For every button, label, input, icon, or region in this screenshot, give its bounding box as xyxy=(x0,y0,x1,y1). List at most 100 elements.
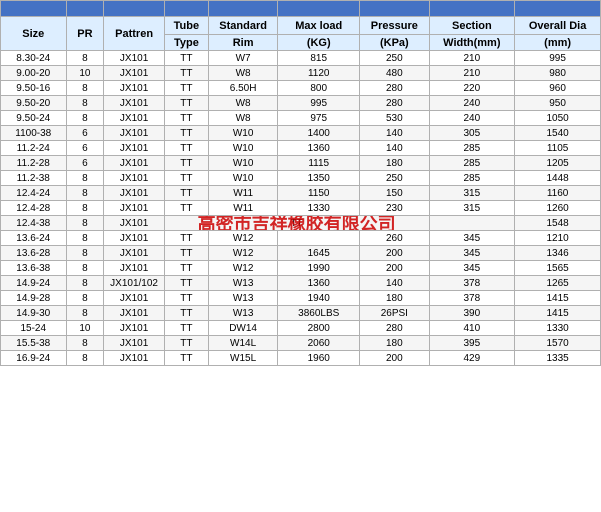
table-cell: 345 xyxy=(429,246,515,261)
col-j-label xyxy=(1,1,67,17)
table-cell: 1150 xyxy=(278,186,360,201)
table-cell: 8 xyxy=(66,81,104,96)
table-cell: TT xyxy=(164,201,208,216)
table-cell: 高密市吉祥橡胶有限公司TT xyxy=(164,216,429,231)
table-cell: 240 xyxy=(429,111,515,126)
table-cell: 200 xyxy=(360,261,429,276)
table-cell: 140 xyxy=(360,276,429,291)
table-cell: 220 xyxy=(429,81,515,96)
table-row: 14.9-288JX101TTW1319401803781415 xyxy=(1,291,601,306)
section-header: Section xyxy=(429,17,515,35)
table-cell: W10 xyxy=(208,126,277,141)
table-cell: 1205 xyxy=(515,156,601,171)
col-p-label xyxy=(360,1,429,17)
table-cell: 200 xyxy=(360,351,429,366)
table-cell: 378 xyxy=(429,276,515,291)
table-cell: 995 xyxy=(278,96,360,111)
table-cell: 140 xyxy=(360,126,429,141)
maxload-unit-subheader: (KG) xyxy=(278,35,360,51)
table-cell: 1105 xyxy=(515,141,601,156)
table-cell: 390 xyxy=(429,306,515,321)
tube-header: Tube xyxy=(164,17,208,35)
table-row: 9.50-248JX101TTW89755302401050 xyxy=(1,111,601,126)
table-cell: W15L xyxy=(208,351,277,366)
table-row: 13.6-248JX101TTW122603451210 xyxy=(1,231,601,246)
table-cell: TT xyxy=(164,111,208,126)
table-cell: 12.4-28 xyxy=(1,201,67,216)
watermark-text: 高密市吉祥橡胶有限公司 xyxy=(198,216,396,231)
table-cell: 240 xyxy=(429,96,515,111)
table-cell: 1120 xyxy=(278,66,360,81)
table-cell: 8 xyxy=(66,291,104,306)
table-row: 9.50-168JX101TT6.50H800280220960 xyxy=(1,81,601,96)
table-cell: 9.50-24 xyxy=(1,111,67,126)
table-cell: TT xyxy=(164,186,208,201)
column-letters-row xyxy=(1,1,601,17)
table-cell: TT xyxy=(164,171,208,186)
table-cell: 26PSI xyxy=(360,306,429,321)
table-cell: 10 xyxy=(66,321,104,336)
table-cell: 8 xyxy=(66,246,104,261)
table-cell: JX101 xyxy=(104,171,165,186)
table-cell: 345 xyxy=(429,231,515,246)
table-cell: W10 xyxy=(208,171,277,186)
table-cell: JX101 xyxy=(104,336,165,351)
table-cell: JX101 xyxy=(104,111,165,126)
table-cell: 3860LBS xyxy=(278,306,360,321)
table-cell: 800 xyxy=(278,81,360,96)
table-cell: W11 xyxy=(208,186,277,201)
table-cell: 8.30-24 xyxy=(1,51,67,66)
table-cell: 8 xyxy=(66,261,104,276)
table-cell: JX101 xyxy=(104,156,165,171)
table-row: 14.9-248JX101/102TTW1313601403781265 xyxy=(1,276,601,291)
table-cell: JX101 xyxy=(104,96,165,111)
maxload-header: Max load xyxy=(278,17,360,35)
table-cell: 1448 xyxy=(515,171,601,186)
table-cell: 11.2-24 xyxy=(1,141,67,156)
table-cell: TT xyxy=(164,156,208,171)
table-cell: 1260 xyxy=(515,201,601,216)
table-cell: 280 xyxy=(360,321,429,336)
table-cell: 280 xyxy=(360,96,429,111)
table-cell: 1400 xyxy=(278,126,360,141)
table-cell: 9.50-20 xyxy=(1,96,67,111)
table-cell: 8 xyxy=(66,276,104,291)
table-cell: 8 xyxy=(66,171,104,186)
table-cell: TT xyxy=(164,66,208,81)
table-cell: 815 xyxy=(278,51,360,66)
table-cell: 1360 xyxy=(278,141,360,156)
col-m-label xyxy=(164,1,208,17)
table-cell: 140 xyxy=(360,141,429,156)
table-cell: JX101 xyxy=(104,246,165,261)
table-cell: JX101 xyxy=(104,186,165,201)
table-cell: 530 xyxy=(360,111,429,126)
table-cell: 10 xyxy=(66,66,104,81)
table-cell: 8 xyxy=(66,51,104,66)
table-cell: 1360 xyxy=(278,276,360,291)
table-cell: 2800 xyxy=(278,321,360,336)
table-cell: TT xyxy=(164,336,208,351)
table-cell: TT xyxy=(164,141,208,156)
overalldia-unit-subheader: (mm) xyxy=(515,35,601,51)
table-cell: JX101 xyxy=(104,351,165,366)
table-cell: JX101 xyxy=(104,321,165,336)
table-cell: TT xyxy=(164,261,208,276)
table-cell: 180 xyxy=(360,336,429,351)
table-cell: 12.4-24 xyxy=(1,186,67,201)
col-l-label xyxy=(104,1,165,17)
table-cell: W7 xyxy=(208,51,277,66)
table-cell: DW14 xyxy=(208,321,277,336)
table-cell: 1210 xyxy=(515,231,601,246)
table-cell: W12 xyxy=(208,261,277,276)
table-cell: W14L xyxy=(208,336,277,351)
column-names-row: Size PR Pattren Tube Standard Max load P… xyxy=(1,17,601,35)
table-cell: 280 xyxy=(360,81,429,96)
table-cell: W13 xyxy=(208,291,277,306)
table-cell: 180 xyxy=(360,156,429,171)
table-cell: 1415 xyxy=(515,291,601,306)
table-cell: TT xyxy=(164,276,208,291)
section-unit-subheader: Width(mm) xyxy=(429,35,515,51)
table-cell: 16.9-24 xyxy=(1,351,67,366)
table-cell: 345 xyxy=(429,261,515,276)
table-row: 12.4-388JX101高密市吉祥橡胶有限公司TT1548 xyxy=(1,216,601,231)
